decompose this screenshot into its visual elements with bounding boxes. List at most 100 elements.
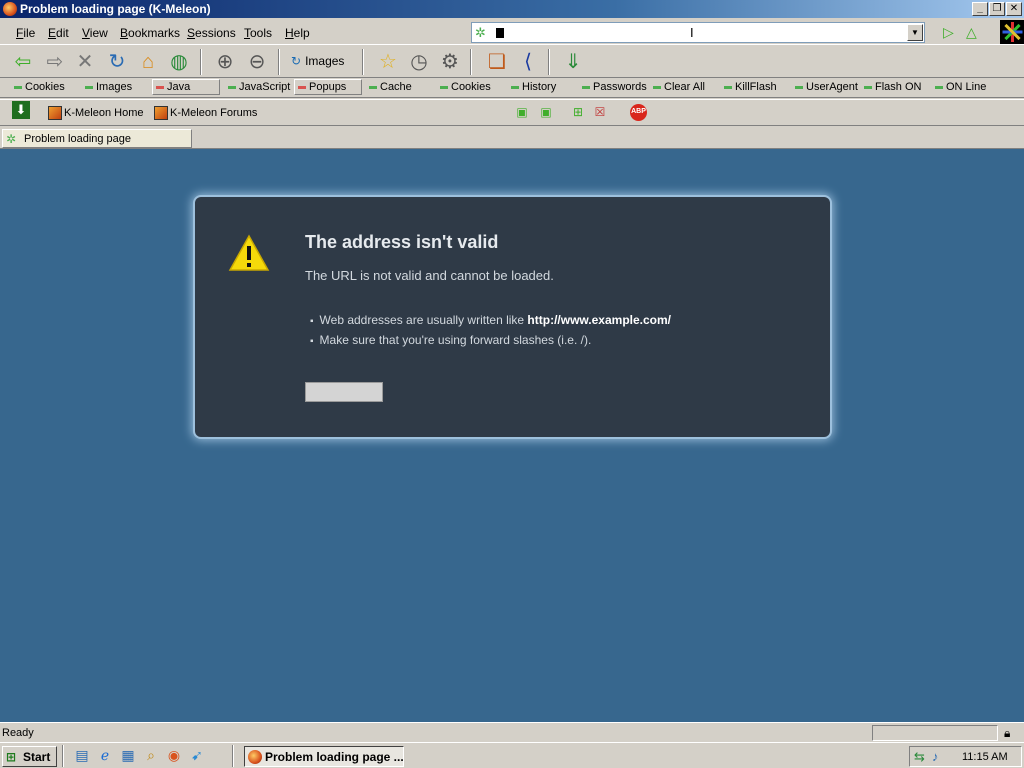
privacy-label: Passwords [593,81,647,93]
error-description: The URL is not valid and cannot be loade… [305,268,554,283]
new-background-window-icon[interactable]: ▣ [538,104,554,120]
online-toggle-button[interactable]: ON Line [935,81,986,93]
toolbar-separator [362,49,364,75]
toolbar-separator [200,49,202,75]
privacy-images-toggle[interactable]: Images [85,81,132,93]
zoom-in-icon[interactable]: ⊕ [212,49,238,75]
privacy-cookies-toggle[interactable]: Cookies [14,81,65,93]
toolbar-separator [470,49,472,75]
privacy-label: Cookies [25,81,65,93]
k-meleon-app-icon [3,2,17,16]
menu-view[interactable]: View [82,26,108,40]
bookmark-icon [154,106,168,120]
privacy-label: Java [167,81,191,93]
home-icon[interactable]: ⌂ [135,49,161,75]
status-indicator-icon [156,85,164,89]
zoom-out-icon[interactable]: ⊖ [244,49,270,75]
flash-toggle-button[interactable]: Flash ON [864,81,921,93]
privacy-java-toggle[interactable]: Java [152,79,220,95]
download-icon[interactable]: ⇓ [560,49,586,75]
search-icon[interactable]: ⌕ [142,746,160,764]
search-globe-icon[interactable]: ◍ [166,49,192,75]
view-source-icon[interactable]: ⟨ [515,49,541,75]
status-indicator-icon [724,85,732,89]
privacy-bar: Cookies Images Java JavaScript Popups Ca… [0,78,1024,98]
settings-gear-icon[interactable]: ⚙ [437,49,463,75]
new-window-icon[interactable]: ▣ [514,104,530,120]
privacy-popups-toggle[interactable]: Popups [294,79,362,95]
page-content: The address isn't valid The URL is not v… [0,149,1024,722]
taskbar-separator [232,745,234,767]
clear-cookies-button[interactable]: Cookies [440,81,491,93]
close-tab-icon[interactable]: ☒ [592,104,608,120]
error-title: The address isn't valid [305,232,499,252]
new-tab-icon[interactable]: ⊞ [570,104,586,120]
menu-bookmarks[interactable]: Bookmarks [120,26,180,40]
back-arrow-icon[interactable]: ⇦ [10,49,36,75]
try-again-button[interactable] [305,382,383,402]
status-indicator-icon [582,85,590,89]
menu-bar: File Edit View Bookmarks Sessions Tools … [0,20,470,44]
status-indicator-icon [864,85,872,89]
menu-file[interactable]: File [16,26,35,40]
task-k-meleon-window[interactable]: Problem loading page ... [244,746,404,767]
privacy-javascript-toggle[interactable]: JavaScript [228,81,290,93]
clear-all-button[interactable]: Clear All [653,81,705,93]
bookmarks-star-icon[interactable]: ☆ [375,49,401,75]
task-label: Problem loading page ... [265,750,404,764]
go-button-icon[interactable]: ▷ [943,24,959,40]
network-icon[interactable]: ⇆ [914,749,925,765]
clear-cache-button[interactable]: Cache [369,81,412,93]
bookmark-label: K-Meleon Forums [170,106,258,119]
my-computer-icon[interactable]: ▦ [119,746,137,764]
tab-problem-loading-page[interactable]: ✲ Problem loading page [2,129,192,148]
suggestion-text: Web addresses are usually written like [319,313,528,327]
status-indicator-icon [85,85,93,89]
down-arrow-icon[interactable]: ⬇ [12,101,30,119]
history-clock-icon[interactable]: ◷ [406,49,432,75]
tab-bar: ✲ Problem loading page [0,127,1024,149]
restore-button[interactable]: ❐ [989,2,1005,16]
forward-arrow-icon[interactable]: ⇨ [42,49,68,75]
bookmark-label: K-Meleon Home [64,106,144,119]
security-lock-icon: 🔒︎ [1004,726,1011,740]
status-indicator-icon [653,85,661,89]
url-bar[interactable]: ✲ I ▼ [471,22,925,43]
start-label: Start [23,750,51,764]
mouse-ibeam-icon: I [690,25,694,40]
k-meleon-quicklaunch-icon[interactable]: ◉ [165,746,183,764]
volume-icon[interactable]: ♪ [932,749,939,764]
warning-icon [228,234,270,271]
menu-edit[interactable]: Edit [48,26,69,40]
bookmark-k-meleon-forums[interactable]: K-Meleon Forums [154,106,257,120]
privacy-label: ON Line [946,81,987,93]
stop-icon[interactable]: ✕ [72,49,98,75]
up-level-button-icon[interactable]: △ [966,24,984,40]
progress-pane [872,725,998,741]
menu-tools[interactable]: Tools [244,26,272,40]
clear-history-button[interactable]: History [511,81,556,93]
useragent-button[interactable]: UserAgent [795,81,858,93]
privacy-label: Flash ON [875,81,922,93]
killflash-button[interactable]: KillFlash [724,81,777,93]
status-bar: Ready 🔒︎ [0,722,1024,742]
quicklaunch-arrow-icon[interactable]: ➹ [188,746,206,764]
privacy-label: Cache [380,81,412,93]
menu-help[interactable]: Help [285,26,310,40]
url-history-dropdown-button[interactable]: ▼ [907,24,923,41]
reload-icon[interactable]: ↻ [104,49,130,75]
internet-explorer-icon[interactable]: ℯ [96,746,114,764]
clear-passwords-button[interactable]: Passwords [582,81,647,93]
windows-flag-icon: ⊞ [6,750,17,764]
status-indicator-icon [440,85,448,89]
page-info-icon[interactable]: ❏ [484,49,510,75]
clock: 11:15 AM [962,751,1008,763]
adblock-plus-icon[interactable]: ABP [630,104,647,121]
minimize-button[interactable]: _ [972,2,988,16]
bookmark-k-meleon-home[interactable]: K-Meleon Home [48,106,143,120]
start-button[interactable]: ⊞ Start [2,746,57,767]
images-toggle-button[interactable]: ↻ Images [291,54,344,68]
close-window-button[interactable]: ✕ [1006,2,1022,16]
menu-sessions[interactable]: Sessions [187,26,236,40]
show-desktop-icon[interactable]: ▤ [73,746,91,764]
